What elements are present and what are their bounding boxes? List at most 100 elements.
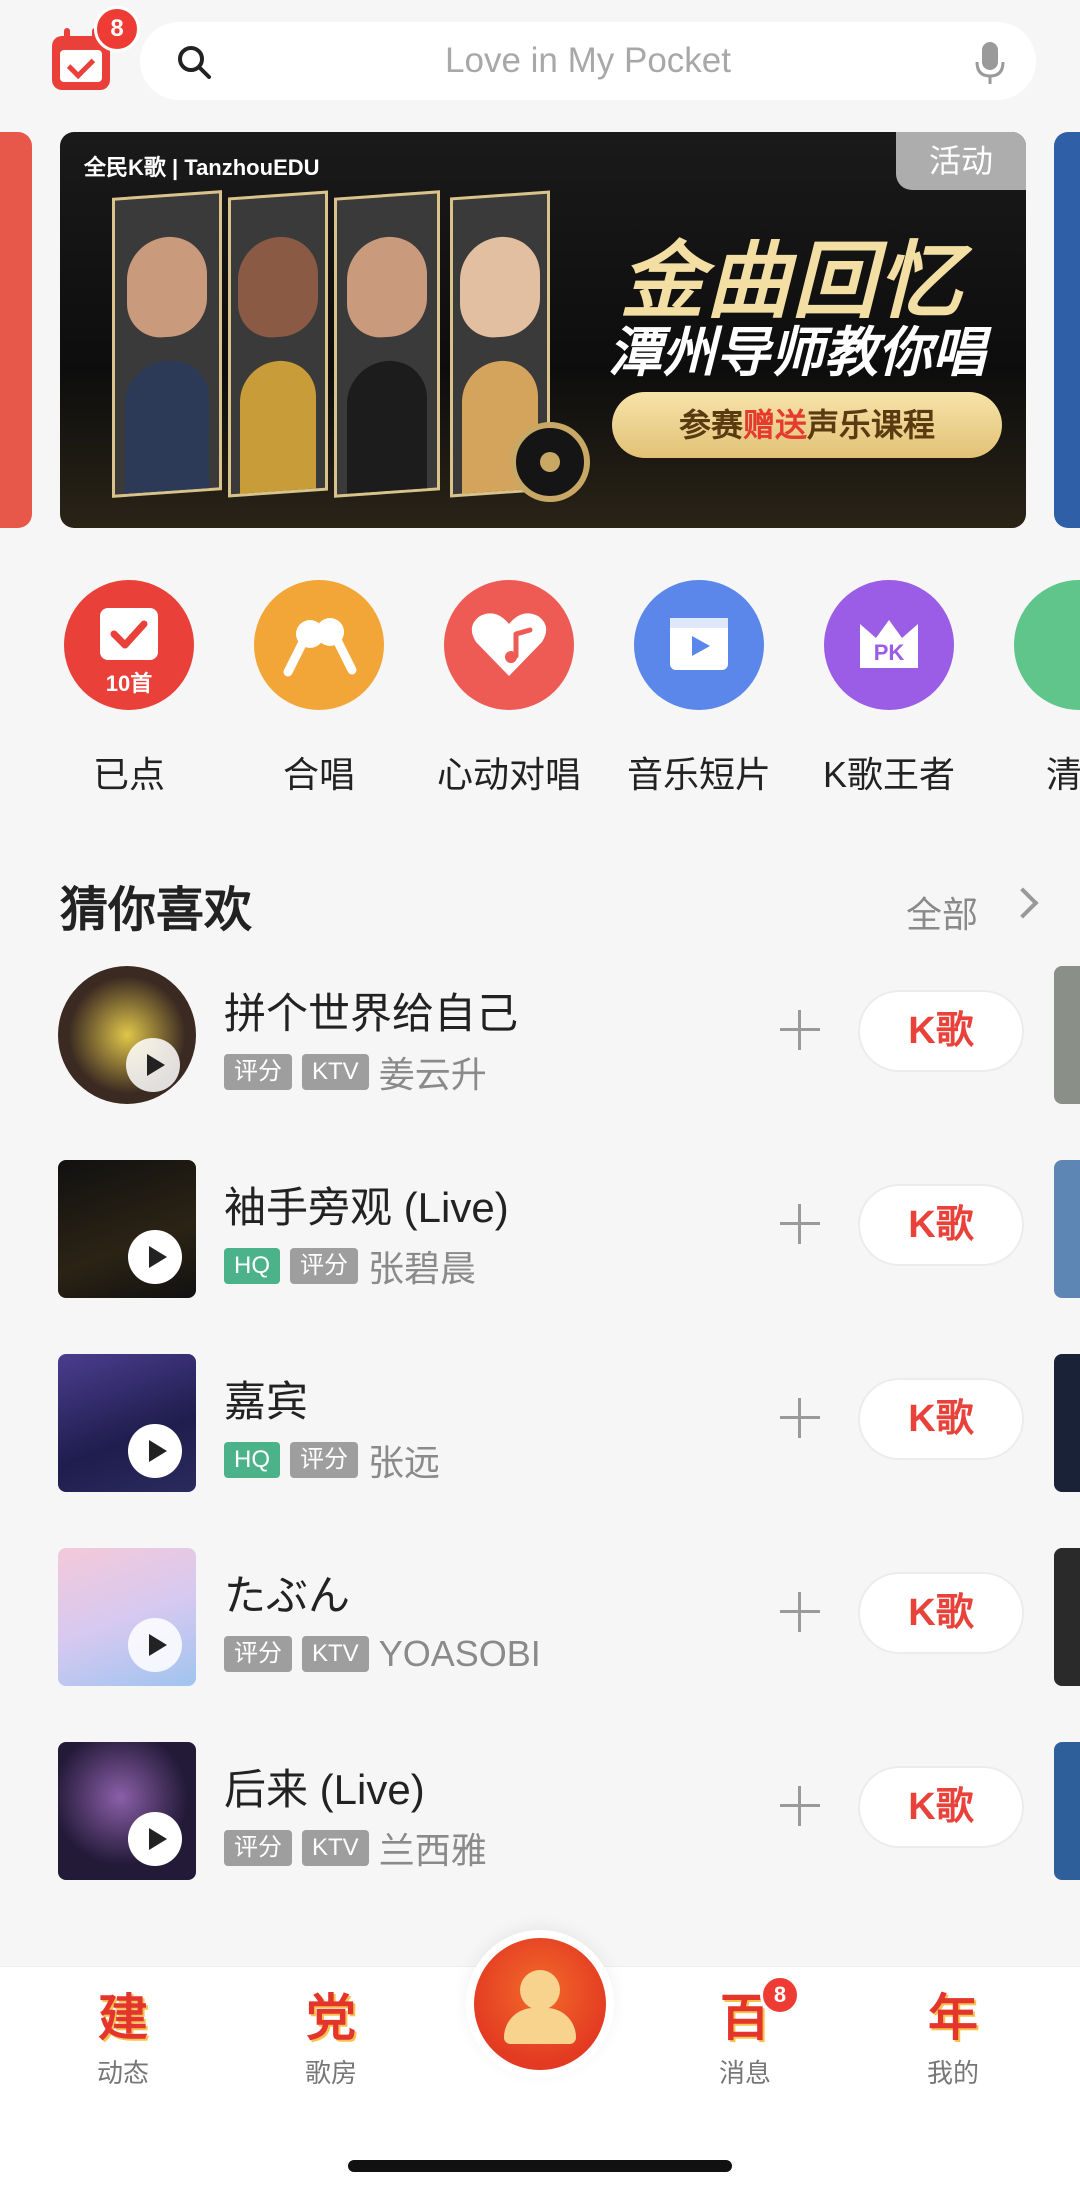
- microphone-icon[interactable]: [974, 42, 1006, 86]
- play-icon[interactable]: [128, 1812, 182, 1866]
- tab-label: 动态: [96, 2058, 149, 2088]
- song-row[interactable]: 嘉宾 HQ 评分 张远 K歌: [0, 1354, 1080, 1494]
- play-icon[interactable]: [126, 1038, 180, 1092]
- banner-subtitle: 潭州导师教你唱: [608, 323, 986, 383]
- tab-song-room[interactable]: 党 歌房: [266, 1985, 396, 2090]
- k-song-button[interactable]: K歌: [858, 1572, 1024, 1654]
- search-input[interactable]: Love in My Pocket: [140, 22, 1036, 100]
- quicknav-k-king[interactable]: PK K歌王者: [804, 580, 974, 798]
- play-icon[interactable]: [128, 1424, 182, 1478]
- ktv-tag: KTV: [302, 1636, 369, 1672]
- song-title: 嘉宾: [224, 1378, 309, 1425]
- quicknav-label: 心动对唱: [436, 754, 581, 795]
- song-meta: 评分 KTV 姜云升: [224, 1052, 487, 1095]
- song-row[interactable]: たぶん 评分 KTV YOASOBI K歌: [0, 1548, 1080, 1688]
- pk-crown-icon: PK: [824, 580, 954, 710]
- add-icon[interactable]: [780, 1010, 820, 1050]
- app-screen: 8 Love in My Pocket 全民K歌 | TanzhouEDU 活动: [0, 0, 1080, 2196]
- calendar-checkin-button[interactable]: 8: [50, 6, 140, 90]
- see-all-link[interactable]: 全部: [906, 886, 978, 938]
- add-icon[interactable]: [780, 1204, 820, 1244]
- user-head-icon: [520, 1970, 560, 2010]
- song-cover[interactable]: [58, 1742, 196, 1880]
- hq-tag: HQ: [224, 1248, 280, 1284]
- hq-tag: HQ: [224, 1442, 280, 1478]
- messages-badge: 8: [760, 1975, 800, 2015]
- tab-label: 我的: [926, 2058, 979, 2088]
- tab-feed[interactable]: 建 动态: [58, 1985, 188, 2090]
- score-tag: 评分: [224, 1636, 292, 1672]
- quicknav-heart-duet[interactable]: 心动对唱: [424, 580, 594, 798]
- k-song-button[interactable]: K歌: [858, 1766, 1024, 1848]
- song-meta: 评分 KTV YOASOBI: [224, 1633, 541, 1674]
- song-row[interactable]: 后来 (Live) 评分 KTV 兰西雅 K歌: [0, 1742, 1080, 1882]
- add-icon[interactable]: [780, 1398, 820, 1438]
- song-cover[interactable]: [58, 1548, 196, 1686]
- quicknav-label: 音乐短片: [626, 754, 771, 795]
- song-artist: 兰西雅: [378, 1830, 487, 1871]
- song-row[interactable]: 袖手旁观 (Live) HQ 评分 张碧晨 K歌: [0, 1160, 1080, 1300]
- quick-nav: 10首 已点 合唱 心动对唱 音乐短片 PK K歌王者 清: [0, 580, 1080, 810]
- score-tag: 评分: [290, 1442, 358, 1478]
- song-cover[interactable]: [58, 966, 196, 1104]
- svg-text:PK: PK: [874, 640, 905, 665]
- checklist-icon: 10首: [64, 580, 194, 710]
- quicknav-label: 合唱: [282, 754, 355, 795]
- quicknav-clear[interactable]: 清: [994, 580, 1080, 798]
- duet-mic-icon: [254, 580, 384, 710]
- banner-prev-peek[interactable]: [0, 132, 32, 528]
- activity-banner[interactable]: 全民K歌 | TanzhouEDU 活动 金曲回忆 潭州导师教你唱 参赛赠送声乐…: [60, 132, 1026, 528]
- heart-music-icon: [444, 580, 574, 710]
- quicknav-selected[interactable]: 10首 已点: [44, 580, 214, 798]
- k-song-button[interactable]: K歌: [858, 990, 1024, 1072]
- play-icon[interactable]: [128, 1618, 182, 1672]
- quicknav-label: 清: [1046, 754, 1080, 795]
- song-artist: 姜云升: [378, 1054, 487, 1095]
- profile-tab-icon: 年: [928, 1990, 978, 2046]
- k-song-button[interactable]: K歌: [858, 1184, 1024, 1266]
- banner-poster-person: [112, 190, 222, 498]
- tab-label: 歌房: [304, 2058, 357, 2088]
- k-song-button[interactable]: K歌: [858, 1378, 1024, 1460]
- ktv-tag: KTV: [302, 1054, 369, 1090]
- chevron-right-icon[interactable]: [1007, 887, 1039, 919]
- song-meta: HQ 评分 张远: [224, 1440, 440, 1483]
- selected-count: 10首: [105, 671, 153, 696]
- messages-tab-icon: 百 8: [710, 1975, 800, 2051]
- next-page-peek: [1054, 1548, 1080, 1686]
- center-sing-button[interactable]: [466, 1930, 614, 2078]
- banner-poster-person: [334, 190, 440, 498]
- home-indicator[interactable]: [348, 2160, 732, 2172]
- tab-label: 消息: [718, 2058, 771, 2088]
- song-cover[interactable]: [58, 1354, 196, 1492]
- banner-logo: 全民K歌 | TanzhouEDU: [84, 155, 320, 180]
- banner-poster-person: [228, 190, 328, 498]
- quicknav-label: K歌王者: [822, 754, 955, 795]
- next-page-peek: [1054, 966, 1080, 1104]
- song-row[interactable]: 拼个世界给自己 评分 KTV 姜云升 K歌: [0, 966, 1080, 1106]
- tab-profile[interactable]: 年 我的: [888, 1985, 1018, 2090]
- add-icon[interactable]: [780, 1786, 820, 1826]
- clear-icon: [1014, 580, 1080, 710]
- song-meta: 评分 KTV 兰西雅: [224, 1828, 487, 1871]
- quicknav-label: 已点: [92, 754, 165, 795]
- section-title: 猜你喜欢: [60, 884, 253, 937]
- song-cover[interactable]: [58, 1160, 196, 1298]
- song-artist: 张碧晨: [368, 1248, 477, 1289]
- tab-messages[interactable]: 百 8 消息: [680, 1975, 810, 2090]
- banner-promo-pill: 参赛赠送声乐课程: [612, 392, 1002, 458]
- add-icon[interactable]: [780, 1592, 820, 1632]
- play-icon[interactable]: [128, 1230, 182, 1284]
- banner-next-peek[interactable]: [1054, 132, 1080, 528]
- song-artist: YOASOBI: [378, 1633, 541, 1674]
- next-page-peek: [1054, 1742, 1080, 1880]
- quicknav-music-video[interactable]: 音乐短片: [614, 580, 784, 798]
- score-tag: 评分: [224, 1830, 292, 1866]
- top-header: 8 Love in My Pocket: [0, 0, 1080, 120]
- song-title: たぶん: [224, 1572, 351, 1619]
- song-room-tab-icon: 党: [306, 1990, 356, 2046]
- feed-tab-icon: 建: [98, 1990, 148, 2046]
- quicknav-duet[interactable]: 合唱: [234, 580, 404, 798]
- calendar-badge: 8: [94, 6, 140, 52]
- user-body-icon: [504, 2008, 576, 2044]
